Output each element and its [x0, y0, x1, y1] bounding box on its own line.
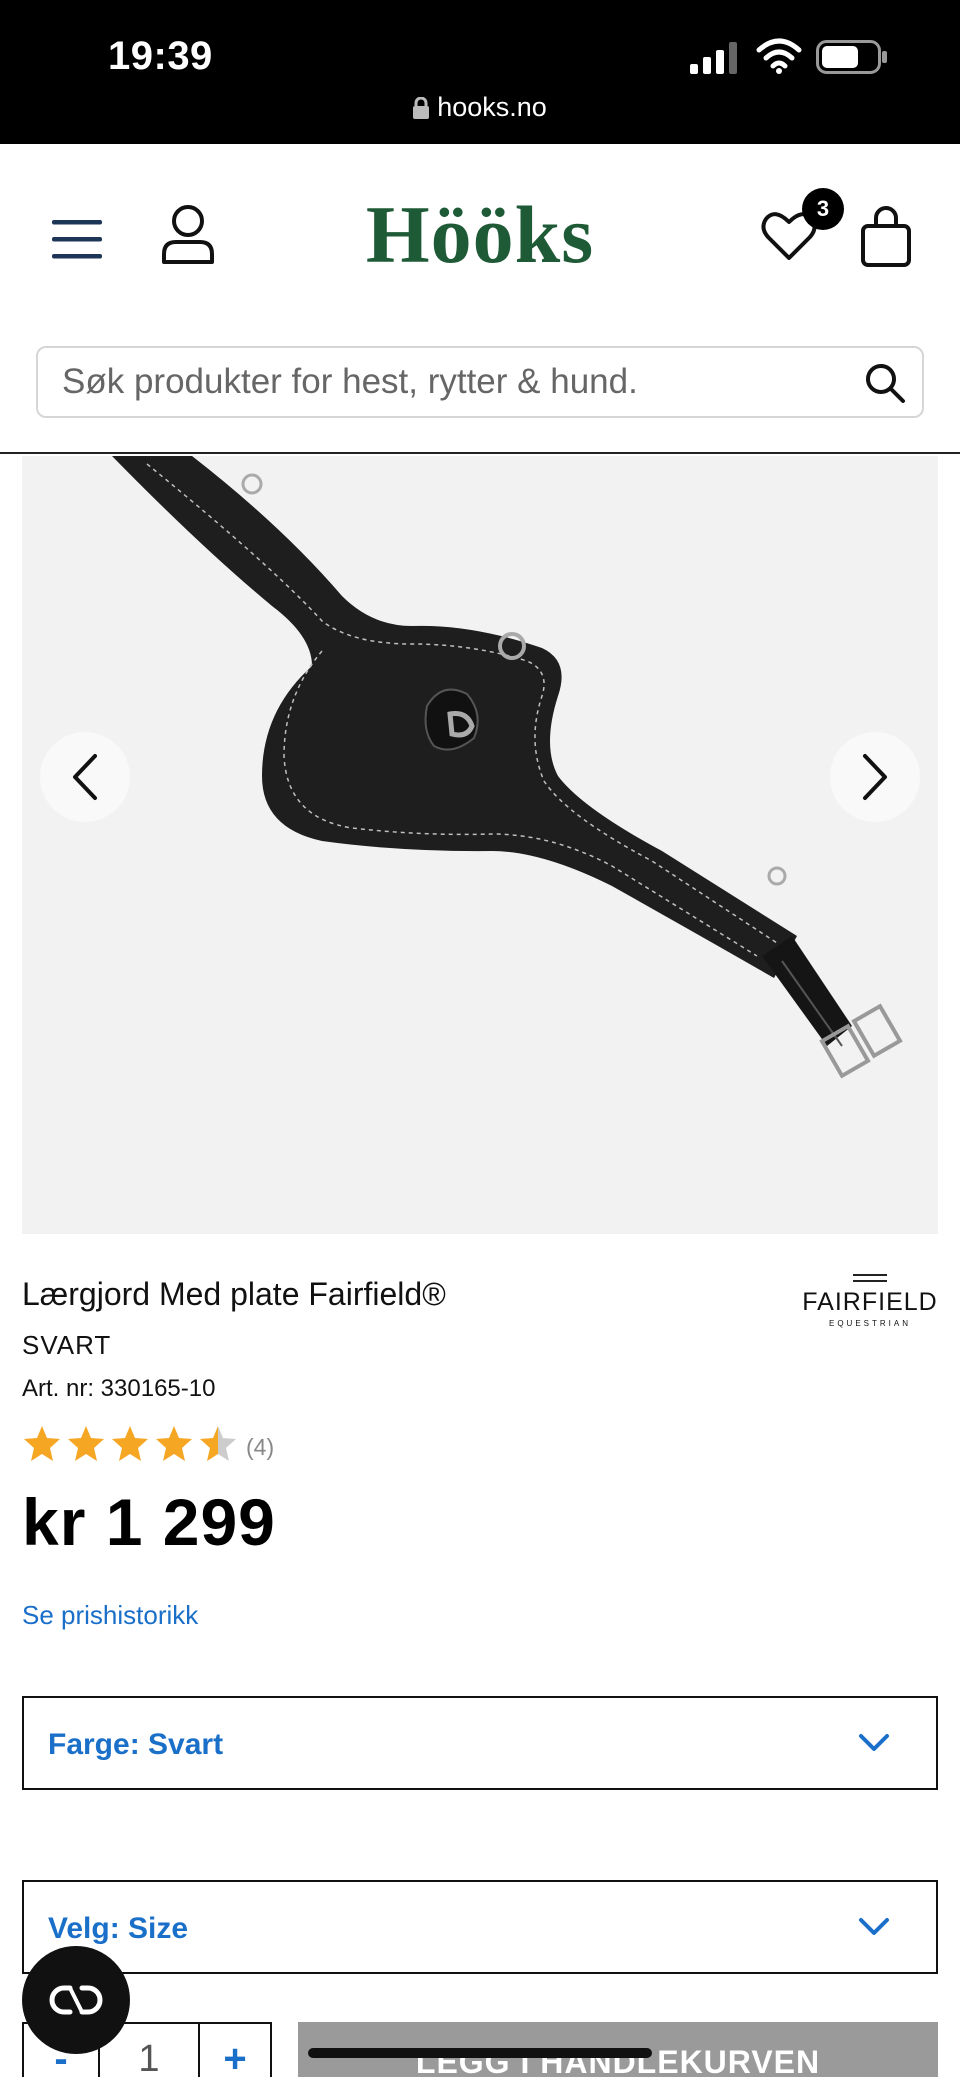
search-icon[interactable] — [864, 362, 906, 404]
product-image — [112, 456, 903, 1079]
star-icon — [156, 1426, 192, 1461]
product-color: SVART — [22, 1330, 112, 1360]
brand-sub: EQUESTRIAN — [828, 1319, 911, 1328]
size-select-label: Velg: Size — [48, 1912, 189, 1945]
brand-logo-mark — [853, 1274, 887, 1282]
star-icon — [24, 1426, 60, 1461]
url-bar[interactable]: hooks.no — [0, 92, 960, 123]
product-title: Lærgjord Med plate Fairfield® — [22, 1276, 446, 1312]
gallery-prev-button[interactable] — [40, 732, 130, 822]
lock-icon — [413, 97, 430, 119]
battery-icon — [816, 40, 887, 74]
star-icon — [112, 1426, 148, 1461]
chevron-down-icon — [859, 1734, 889, 1751]
color-select-label: Farge: Svart — [48, 1728, 224, 1761]
brand-name: FAIRFIELD — [802, 1288, 938, 1316]
search-input[interactable] — [62, 348, 842, 416]
shopping-bag-icon[interactable] — [860, 206, 912, 268]
star-icon — [68, 1426, 104, 1461]
article-number: Art. nr: 330165-10 — [22, 1375, 216, 1402]
size-select[interactable]: Velg: Size — [22, 1880, 938, 1974]
color-select[interactable]: Farge: Svart — [22, 1696, 938, 1790]
rating-count: (4) — [246, 1434, 275, 1460]
wifi-icon — [756, 38, 802, 74]
star-icon — [200, 1426, 236, 1461]
product-price: kr 1 299 — [22, 1485, 276, 1559]
chevron-down-icon — [859, 1918, 889, 1935]
status-bar: 19:39 hooks.no — [0, 0, 960, 144]
brand-logo[interactable]: FAIRFIELD EQUESTRIAN — [800, 1274, 940, 1328]
home-indicator — [308, 2048, 652, 2058]
chat-icon — [49, 1985, 103, 2015]
signal-icon — [690, 42, 737, 74]
favorites-count-badge: 3 — [802, 188, 844, 230]
search-bar — [36, 346, 924, 418]
gallery-next-button[interactable] — [830, 732, 920, 822]
product-rating[interactable]: (4) — [22, 1424, 274, 1468]
url-text: hooks.no — [437, 92, 547, 122]
status-time: 19:39 — [108, 34, 213, 78]
chat-button[interactable] — [22, 1946, 130, 2054]
product-image-gallery[interactable] — [22, 456, 938, 1234]
chevron-right-icon — [863, 754, 887, 800]
price-history-link[interactable]: Se prishistorikk — [22, 1600, 198, 1631]
quantity-increase-button[interactable]: + — [198, 2024, 270, 2077]
chevron-left-icon — [73, 754, 97, 800]
